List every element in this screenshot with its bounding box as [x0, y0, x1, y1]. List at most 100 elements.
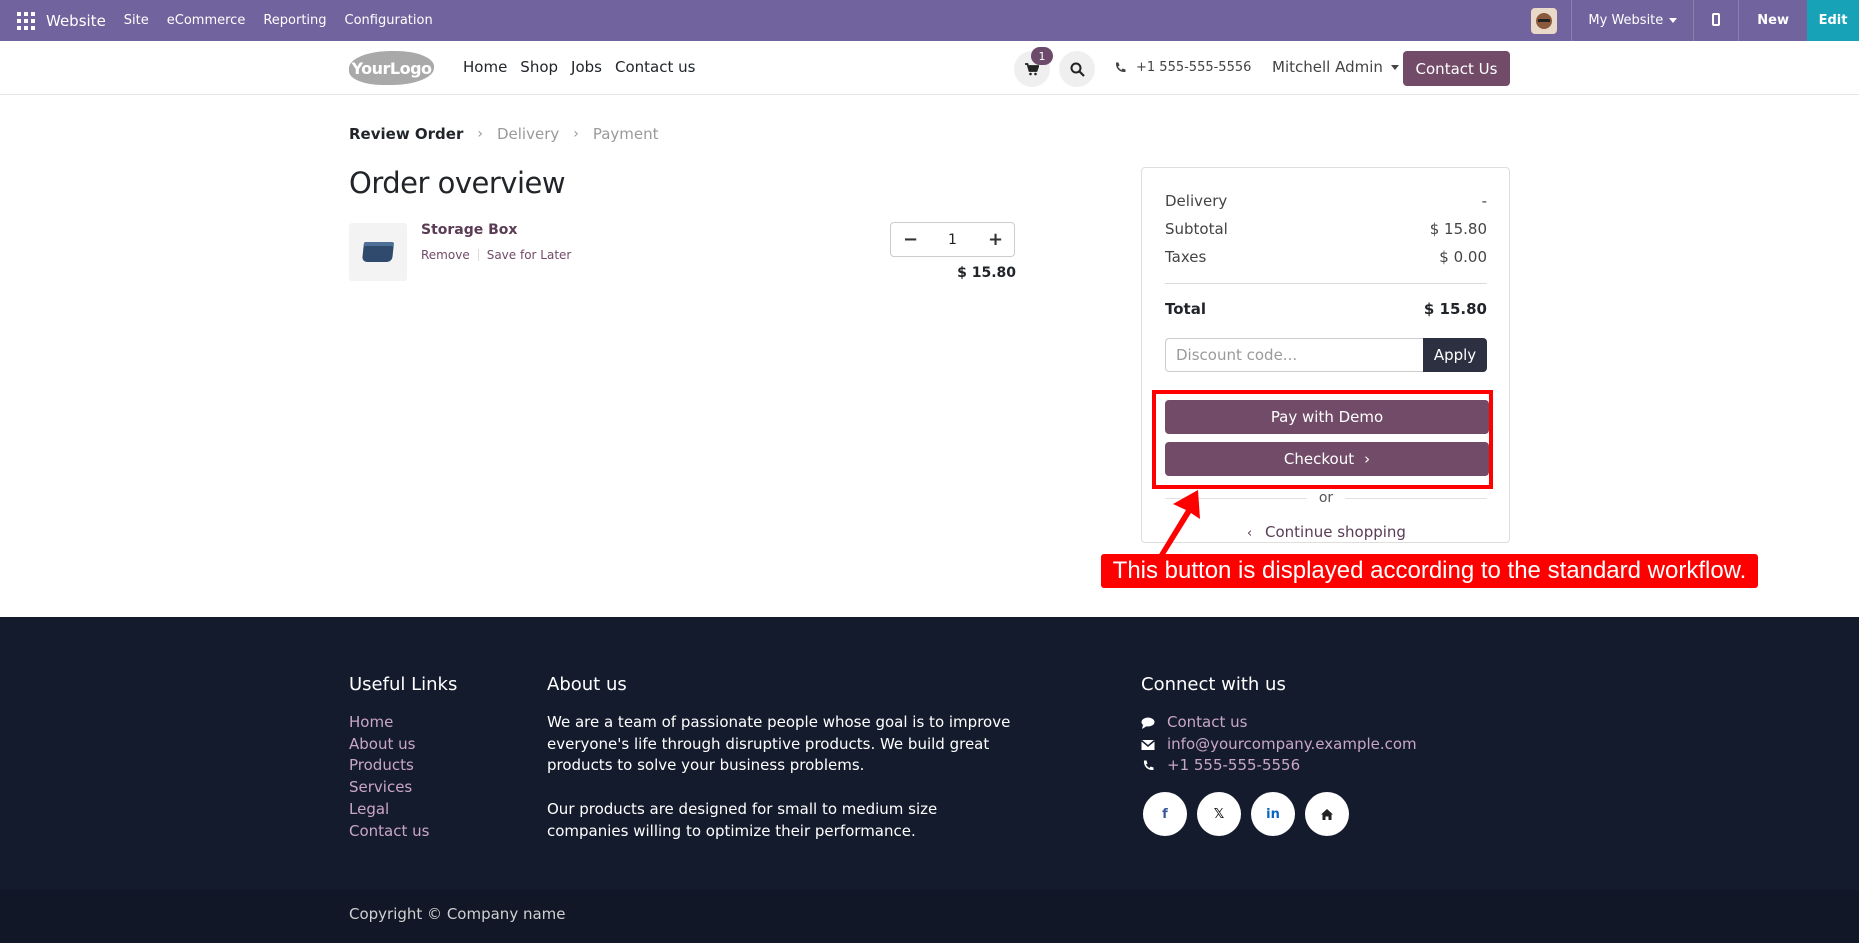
annotation-arrow — [1158, 490, 1200, 558]
or-label: or — [1318, 490, 1334, 506]
user-avatar[interactable] — [1531, 7, 1558, 34]
website-selector[interactable]: My Website — [1572, 13, 1693, 28]
quantity-input[interactable]: 1 — [948, 232, 957, 248]
product-image[interactable] — [349, 223, 407, 281]
taxes-label: Taxes — [1165, 248, 1207, 266]
menu-site[interactable]: Site — [124, 13, 149, 28]
menu-configuration[interactable]: Configuration — [345, 13, 433, 28]
envelope-icon — [1141, 739, 1155, 750]
save-for-later-link[interactable]: Save for Later — [487, 248, 572, 262]
step-payment: Payment — [592, 125, 659, 143]
home-icon[interactable] — [1305, 792, 1349, 836]
user-menu[interactable]: Mitchell Admin — [1272, 58, 1399, 76]
subtotal-value: $ 15.80 — [1429, 220, 1487, 238]
footer-email: info@yourcompany.example.com — [1167, 734, 1417, 753]
footer-about: We are a team of passionate people whose… — [547, 712, 1017, 842]
copyright: Copyright © Company name — [349, 905, 566, 923]
minus-icon[interactable]: − — [903, 229, 918, 250]
caret-down-icon — [1669, 18, 1678, 23]
delivery-label: Delivery — [1165, 192, 1228, 210]
annotation-callout: This button is displayed according to th… — [1101, 554, 1758, 588]
header-phone-number: +1 555-555-5556 — [1136, 60, 1252, 75]
cart-count-badge: 1 — [1031, 47, 1053, 65]
app-brand[interactable]: Website — [46, 12, 106, 30]
contact-us-button[interactable]: Contact Us — [1403, 51, 1510, 86]
main-nav: Home Shop Jobs Contact us — [463, 58, 695, 76]
chevron-left-icon: ‹ — [1247, 526, 1253, 541]
footer-link-services[interactable]: Services — [349, 777, 429, 799]
mobile-preview-icon[interactable] — [1694, 11, 1738, 30]
nav-contact-us[interactable]: Contact us — [615, 58, 695, 76]
total-row: Total $ 15.80 — [1165, 300, 1487, 318]
footer-link-about-us[interactable]: About us — [349, 734, 429, 756]
plus-icon[interactable]: + — [988, 229, 1003, 250]
facebook-icon[interactable]: f — [1143, 792, 1187, 836]
total-label: Total — [1165, 300, 1206, 318]
subtotal-label: Subtotal — [1165, 220, 1228, 238]
new-button[interactable]: New — [1739, 0, 1807, 41]
footer-email-link[interactable]: info@yourcompany.example.com — [1141, 734, 1417, 756]
chevron-right-icon: › — [477, 126, 483, 142]
footer-about-title: About us — [547, 674, 627, 695]
apps-menu-icon[interactable] — [14, 9, 38, 33]
chevron-right-icon: › — [573, 126, 579, 142]
or-separator: or — [1165, 490, 1488, 506]
footer-phone: +1 555-555-5556 — [1167, 756, 1301, 775]
remove-link[interactable]: Remove — [421, 248, 470, 262]
checkout-steps: Review Order › Delivery › Payment — [349, 125, 659, 143]
apply-button[interactable]: Apply — [1423, 338, 1487, 372]
page-title: Order overview — [349, 166, 566, 200]
discount-code-input[interactable]: Discount code... — [1165, 338, 1423, 372]
delivery-value: - — [1481, 192, 1487, 210]
nav-shop[interactable]: Shop — [520, 58, 558, 76]
search-button[interactable] — [1059, 51, 1095, 87]
taxes-value: $ 0.00 — [1439, 248, 1487, 266]
footer-phone-link[interactable]: +1 555-555-5556 — [1141, 755, 1417, 777]
footer-connect: Contact us info@yourcompany.example.com … — [1141, 712, 1417, 777]
footer-connect-title: Connect with us — [1141, 674, 1286, 695]
step-review-order: Review Order — [349, 125, 464, 143]
footer-link-home[interactable]: Home — [349, 712, 429, 734]
step-delivery: Delivery — [496, 125, 560, 143]
total-value: $ 15.80 — [1423, 300, 1487, 318]
footer-about-text-2: Our products are designed for small to m… — [547, 799, 938, 840]
quantity-stepper: − 1 + — [890, 222, 1015, 257]
subtotal-row: Subtotal $ 15.80 — [1165, 220, 1487, 238]
divider — [1165, 283, 1487, 284]
site-logo[interactable]: YourLogo — [349, 51, 434, 85]
linkedin-icon[interactable]: in — [1251, 792, 1295, 836]
product-actions: Remove Save for Later — [421, 248, 571, 262]
copyright-bar: Copyright © Company name — [0, 890, 1859, 943]
social-links: f 𝕏 in — [1143, 792, 1349, 836]
footer-contact-link[interactable]: Contact us — [1141, 712, 1417, 734]
user-name: Mitchell Admin — [1272, 58, 1383, 76]
phone-icon — [1143, 760, 1154, 771]
site-header: YourLogo Home Shop Jobs Contact us 1 +1 … — [0, 41, 1859, 95]
footer-links-title: Useful Links — [349, 674, 458, 695]
footer-about-text: We are a team of passionate people whose… — [547, 713, 1011, 775]
menu-reporting[interactable]: Reporting — [263, 13, 326, 28]
footer-contact-label: Contact us — [1167, 713, 1248, 731]
site-footer: Useful Links Home About us Products Serv… — [0, 617, 1859, 890]
taxes-row: Taxes $ 0.00 — [1165, 248, 1487, 266]
product-price: $ 15.80 — [957, 265, 1016, 281]
annotation-highlight-box — [1152, 390, 1493, 489]
footer-link-contact-us[interactable]: Contact us — [349, 821, 429, 843]
nav-jobs[interactable]: Jobs — [571, 58, 602, 76]
header-phone[interactable]: +1 555-555-5556 — [1114, 60, 1251, 75]
divider — [477, 249, 479, 261]
menu-ecommerce[interactable]: eCommerce — [167, 13, 246, 28]
chat-icon — [1141, 717, 1155, 729]
delivery-row: Delivery - — [1165, 192, 1487, 210]
x-icon[interactable]: 𝕏 — [1197, 792, 1241, 836]
product-name[interactable]: Storage Box — [421, 222, 517, 238]
discount-form: Discount code... Apply — [1165, 338, 1487, 372]
edit-button[interactable]: Edit — [1807, 0, 1859, 41]
footer-links: Home About us Products Services Legal Co… — [349, 712, 429, 842]
phone-icon — [1115, 62, 1126, 72]
admin-navbar: Website Site eCommerce Reporting Configu… — [0, 0, 1859, 41]
footer-link-products[interactable]: Products — [349, 755, 429, 777]
nav-home[interactable]: Home — [463, 58, 507, 76]
footer-link-legal[interactable]: Legal — [349, 799, 429, 821]
website-selector-label: My Website — [1588, 13, 1664, 28]
